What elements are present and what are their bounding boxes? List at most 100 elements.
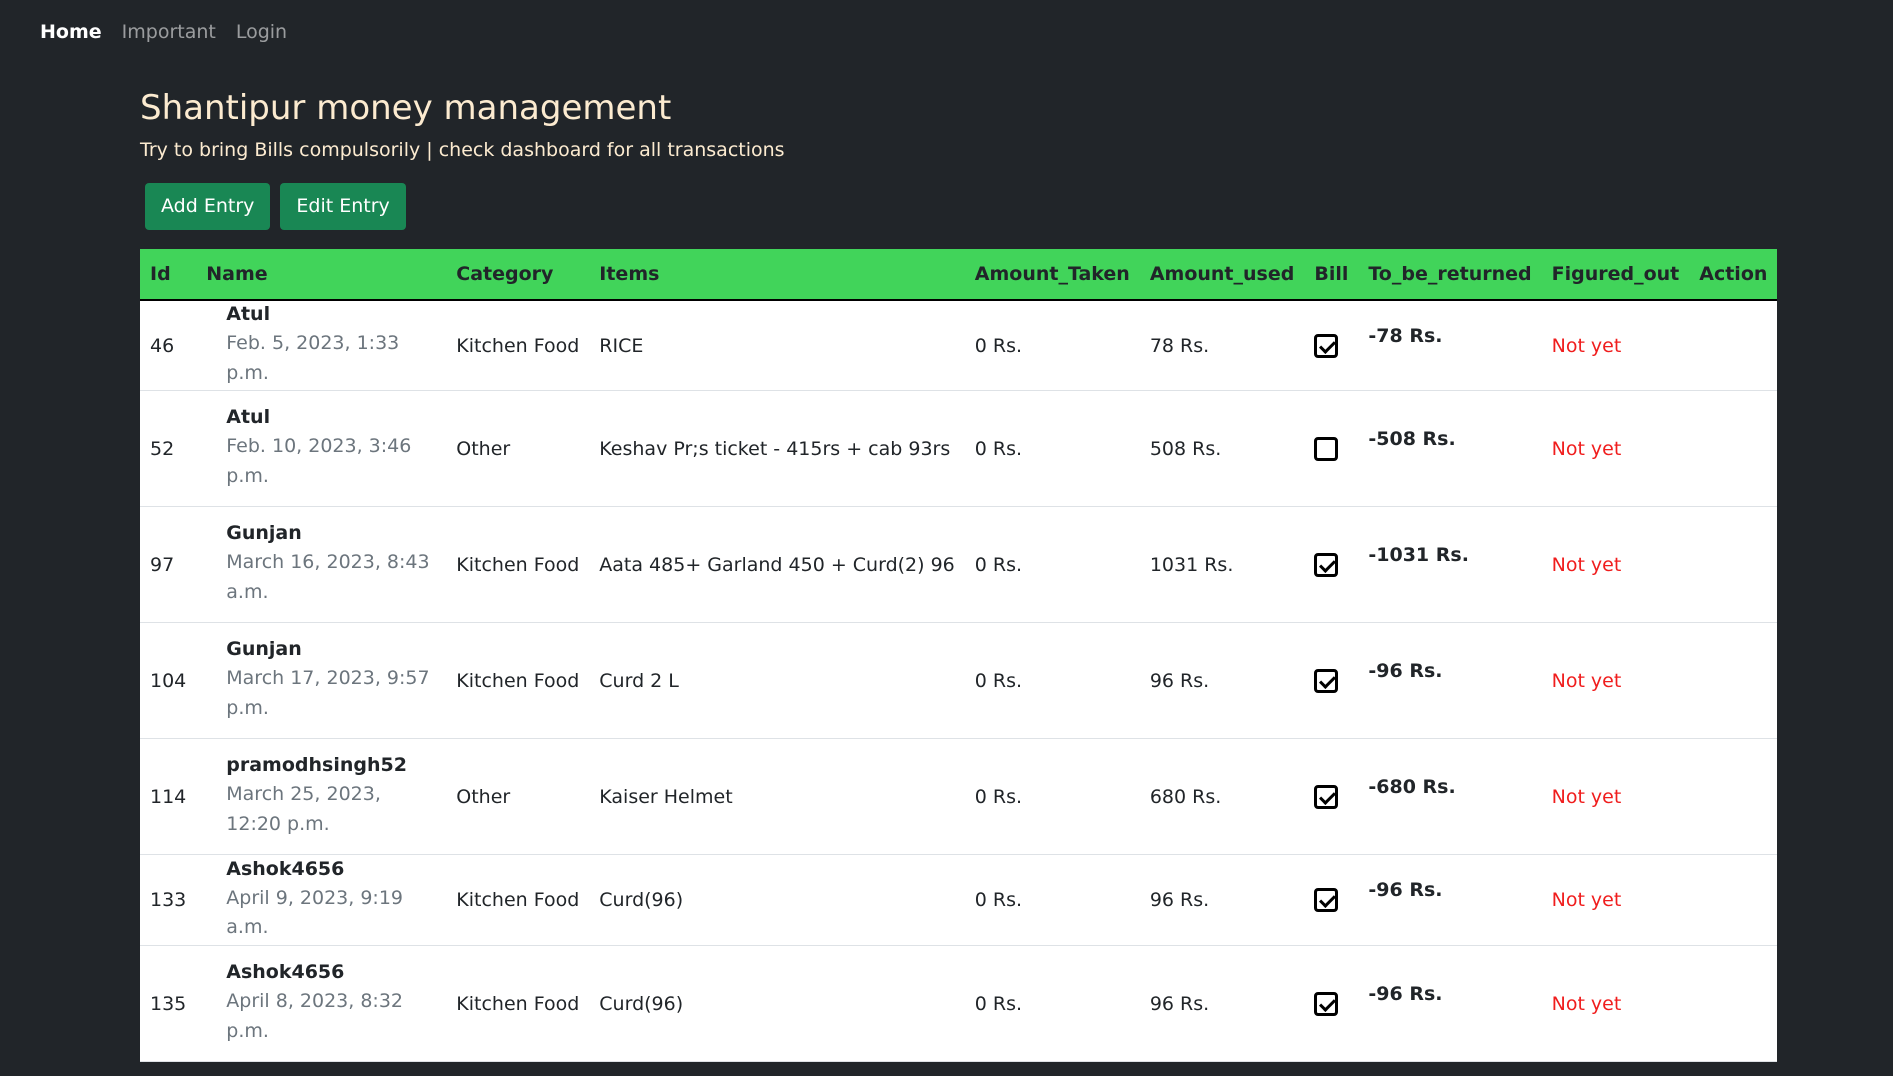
cell-category: Other — [446, 738, 590, 856]
bill-checkbox[interactable] — [1314, 784, 1339, 809]
user-name: Atul — [226, 406, 271, 429]
cell-name: Gunjan March 17, 2023, 9:57 p.m. — [196, 622, 447, 740]
return-amount: -96 Rs. — [1368, 982, 1443, 1005]
bill-checkbox[interactable] — [1314, 436, 1339, 461]
cell-category: Kitchen Food — [446, 506, 590, 624]
bill-checkbox[interactable] — [1314, 991, 1339, 1016]
bill-checkbox[interactable] — [1314, 888, 1339, 913]
entry-date: April 8, 2023, 8:32 p.m. — [226, 990, 403, 1042]
column-header-action: Action — [1699, 262, 1768, 285]
column-header-figured-out: Figured_out — [1551, 262, 1680, 285]
bill-checkbox[interactable] — [1314, 333, 1339, 358]
cell-action — [1689, 390, 1778, 508]
cell-to-be-returned: -96 Rs. — [1358, 854, 1542, 947]
cell-category: Kitchen Food — [446, 854, 590, 947]
cell-category: Other — [446, 390, 590, 508]
cell-bill — [1304, 622, 1359, 740]
table-row: 133 Ashok4656 April 9, 2023, 9:19 a.m. K… — [140, 854, 1778, 947]
entry-date: Feb. 5, 2023, 1:33 p.m. — [226, 332, 400, 384]
cell-id: 114 — [140, 738, 197, 856]
user-name: Gunjan — [226, 638, 302, 661]
column-header-name: Name — [206, 262, 268, 285]
cell-name: Gunjan March 16, 2023, 8:43 a.m. — [196, 506, 447, 624]
nav-login-link[interactable]: Login — [236, 21, 287, 43]
cell-figured-out: Not yet — [1541, 945, 1690, 1063]
cell-action — [1689, 622, 1778, 740]
edit-entry-button[interactable]: Edit Entry — [280, 182, 406, 230]
cell-amount-used: 96 Rs. — [1139, 622, 1305, 740]
table-row: 97 Gunjan March 16, 2023, 8:43 a.m. Kitc… — [140, 506, 1778, 624]
cell-to-be-returned: -508 Rs. — [1358, 390, 1542, 508]
cell-category: Kitchen Food — [446, 622, 590, 740]
cell-amount-used: 1031 Rs. — [1139, 506, 1305, 624]
column-header-items: Items — [599, 262, 660, 285]
cell-figured-out: Not yet — [1541, 738, 1690, 856]
cell-amount-used: 96 Rs. — [1139, 854, 1305, 947]
cell-bill — [1304, 506, 1359, 624]
cell-id: 46 — [140, 299, 197, 392]
add-entry-button[interactable]: Add Entry — [145, 182, 271, 230]
cell-amount-used: 96 Rs. — [1139, 945, 1305, 1063]
return-amount: -1031 Rs. — [1368, 543, 1469, 566]
entry-date: Feb. 10, 2023, 3:46 p.m. — [226, 435, 412, 487]
cell-action — [1689, 299, 1778, 392]
cell-action — [1689, 506, 1778, 624]
cell-amount-used: 508 Rs. — [1139, 390, 1305, 508]
cell-bill — [1304, 945, 1359, 1063]
cell-amount-taken: 0 Rs. — [964, 506, 1140, 624]
cell-items: Aata 485+ Garland 450 + Curd(2) 96 — [589, 506, 965, 624]
column-header-to-be-returned: To_be_returned — [1368, 262, 1532, 285]
user-name: Atul — [226, 303, 271, 326]
cell-name: Atul Feb. 5, 2023, 1:33 p.m. — [196, 299, 447, 392]
return-amount: -96 Rs. — [1368, 659, 1443, 682]
cell-items: RICE — [589, 299, 965, 392]
cell-items: Keshav Pr;s ticket - 415rs + cab 93rs — [589, 390, 965, 508]
cell-category: Kitchen Food — [446, 945, 590, 1063]
table-row: 104 Gunjan March 17, 2023, 9:57 p.m. Kit… — [140, 622, 1778, 740]
cell-id: 133 — [140, 854, 197, 947]
table-body: 46 Atul Feb. 5, 2023, 1:33 p.m. Kitchen … — [140, 299, 1778, 1063]
table-row: 135 Ashok4656 April 8, 2023, 8:32 p.m. K… — [140, 945, 1778, 1063]
cell-items: Curd(96) — [589, 945, 965, 1063]
cell-figured-out: Not yet — [1541, 506, 1690, 624]
transactions-table: Id Name Category Items Amount_Taken Amou… — [140, 248, 1778, 1063]
cell-amount-taken: 0 Rs. — [964, 299, 1140, 392]
cell-items: Curd 2 L — [589, 622, 965, 740]
cell-amount-taken: 0 Rs. — [964, 945, 1140, 1063]
cell-items: Curd(96) — [589, 854, 965, 947]
cell-amount-taken: 0 Rs. — [964, 622, 1140, 740]
cell-name: pramodhsingh52 March 25, 2023, 12:20 p.m… — [196, 738, 447, 856]
cell-figured-out: Not yet — [1541, 390, 1690, 508]
cell-action — [1689, 854, 1778, 947]
nav-home-link[interactable]: Home — [40, 21, 102, 43]
page-title: Shantipur money management — [140, 88, 672, 128]
return-amount: -78 Rs. — [1368, 324, 1443, 347]
return-amount: -96 Rs. — [1368, 879, 1443, 902]
cell-amount-used: 78 Rs. — [1139, 299, 1305, 392]
cell-bill — [1304, 390, 1359, 508]
cell-action — [1689, 945, 1778, 1063]
bill-checkbox[interactable] — [1314, 552, 1339, 577]
cell-amount-taken: 0 Rs. — [964, 390, 1140, 508]
column-header-category: Category — [456, 262, 554, 285]
return-amount: -508 Rs. — [1368, 427, 1456, 450]
top-navbar: Home Important Login — [0, 0, 1893, 64]
bill-checkbox[interactable] — [1314, 668, 1339, 693]
cell-action — [1689, 738, 1778, 856]
cell-bill — [1304, 854, 1359, 947]
user-name: pramodhsingh52 — [226, 754, 407, 777]
user-name: Gunjan — [226, 522, 302, 545]
column-header-id: Id — [150, 262, 171, 285]
column-header-bill: Bill — [1314, 262, 1349, 285]
cell-figured-out: Not yet — [1541, 854, 1690, 947]
entry-date: April 9, 2023, 9:19 a.m. — [226, 886, 403, 939]
nav-important-link[interactable]: Important — [122, 21, 216, 43]
table-header-row: Id Name Category Items Amount_Taken Amou… — [140, 248, 1778, 300]
cell-to-be-returned: -96 Rs. — [1358, 945, 1542, 1063]
entry-date: March 25, 2023, 12:20 p.m. — [226, 783, 381, 835]
cell-figured-out: Not yet — [1541, 622, 1690, 740]
cell-to-be-returned: -78 Rs. — [1358, 299, 1542, 392]
cell-to-be-returned: -680 Rs. — [1358, 738, 1542, 856]
cell-name: Atul Feb. 10, 2023, 3:46 p.m. — [196, 390, 447, 508]
cell-category: Kitchen Food — [446, 299, 590, 392]
